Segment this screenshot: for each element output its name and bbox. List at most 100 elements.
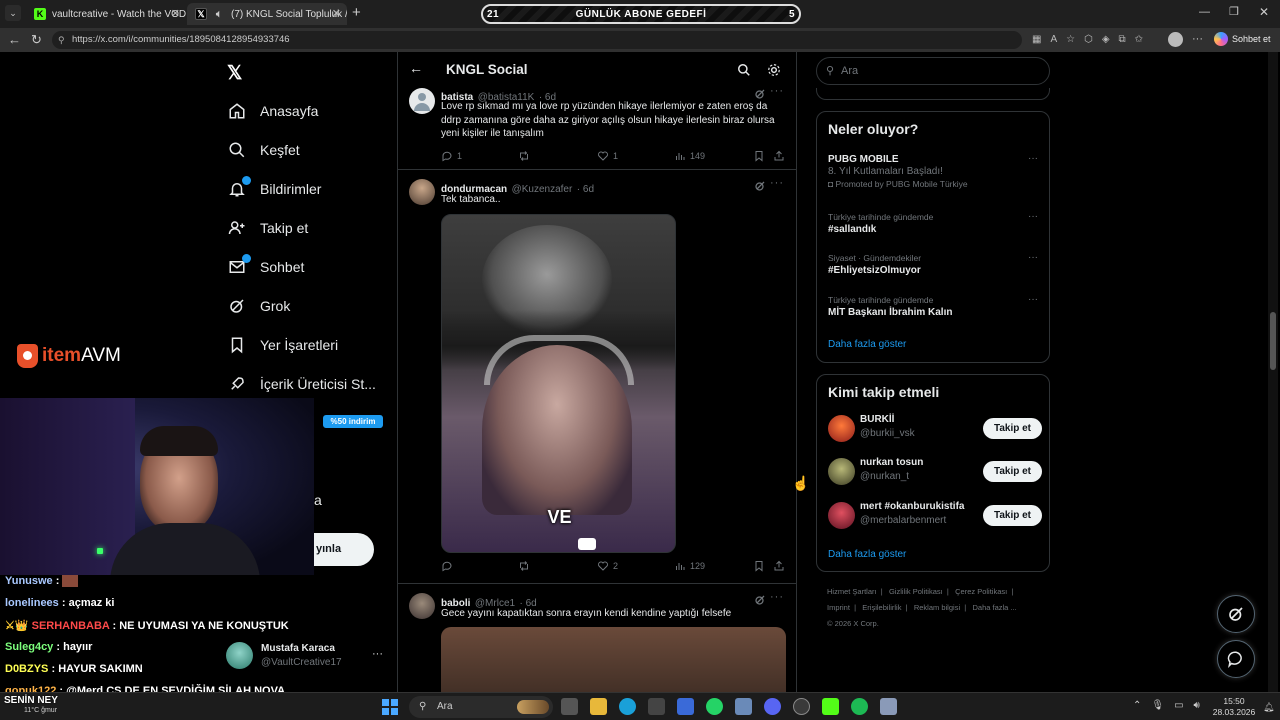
trend-item[interactable]: Türkiye tarihinde gündemde #sallandık ··… [828, 211, 1038, 236]
collections-icon[interactable]: ⧉ [1119, 34, 1126, 46]
repost-button[interactable] [518, 150, 530, 162]
more-icon[interactable]: ··· [1028, 294, 1038, 305]
sidebar-item-grok[interactable]: Grok [228, 294, 290, 318]
back-arrow-icon[interactable]: ← [409, 60, 423, 76]
follow-button[interactable]: Takip et [983, 461, 1042, 482]
search-input[interactable]: ⚲ Ara [816, 57, 1050, 85]
discord-icon[interactable] [764, 698, 781, 715]
post-dondurmacan[interactable]: dondurmacan @Kuzenzafer · 6d ··· Tek tab… [398, 171, 796, 584]
more-icon[interactable]: ··· [770, 591, 784, 603]
kick-app-icon[interactable] [822, 698, 839, 715]
search-icon[interactable] [737, 63, 751, 77]
trend-item[interactable]: PUBG MOBILE 8. Yıl Kutlamaları Başladı! … [828, 153, 1038, 190]
post-batista[interactable]: batista @batista11K · 6d ··· Love rp sık… [398, 80, 796, 170]
show-more-link[interactable]: Daha fazla göster [828, 339, 906, 350]
more-icon[interactable]: ··· [372, 648, 383, 660]
taskbar-search[interactable]: ⚲ Ara [409, 696, 553, 718]
grok-fab[interactable] [1217, 595, 1255, 633]
trend-item[interactable]: Türkiye tarihinde gündemde MİT Başkanı İ… [828, 294, 1038, 319]
x-logo-icon[interactable]: 𝕏 [227, 62, 242, 85]
start-button[interactable] [382, 699, 398, 715]
read-aloud-icon[interactable]: A [1050, 34, 1057, 46]
tab-vaultcreative[interactable]: K vaultcreative - Watch the VOD on ✕ [26, 3, 186, 25]
copilot-icon[interactable]: ◈ [1102, 34, 1110, 46]
follow-button[interactable]: Takip et [983, 505, 1042, 526]
mail-app-icon[interactable] [677, 698, 694, 715]
more-icon[interactable]: ··· [1192, 33, 1203, 45]
page-scrollbar[interactable] [1268, 52, 1278, 692]
footer-link[interactable]: Gizlilik Politikası [889, 587, 943, 596]
close-icon[interactable]: ✕ [332, 7, 341, 20]
notification-bell-icon[interactable]: 🔔︎ [1263, 702, 1274, 713]
repost-button[interactable] [518, 560, 530, 572]
settings-icon[interactable] [880, 698, 897, 715]
more-icon[interactable]: ··· [1028, 153, 1038, 164]
discount-badge[interactable]: %50 indirim [323, 415, 383, 428]
file-explorer-icon[interactable] [590, 698, 607, 715]
views-button[interactable]: 129 [674, 560, 705, 572]
extensions-icon[interactable]: ⬡ [1084, 34, 1093, 46]
avatar[interactable] [828, 458, 855, 485]
footer-link[interactable]: Çerez Politikası [955, 587, 1007, 596]
favorite-star-icon[interactable]: ☆ [1066, 34, 1075, 46]
close-icon[interactable]: ✕ [171, 7, 180, 20]
app-icon[interactable] [735, 698, 752, 715]
bookmark-button[interactable] [753, 150, 765, 162]
clock[interactable]: 15:50 28.03.2026 [1212, 696, 1256, 718]
avatar[interactable] [828, 415, 855, 442]
gear-icon[interactable] [767, 63, 781, 77]
apps-icon[interactable]: ▦ [1032, 34, 1041, 46]
tab-list-button[interactable]: ⌄ [5, 5, 21, 21]
follow-suggestion[interactable]: nurkan tosun @nurkan_t Takip et [828, 457, 1042, 487]
chrome-icon[interactable] [793, 698, 810, 715]
views-button[interactable]: 149 [674, 150, 705, 162]
task-view-icon[interactable] [561, 698, 578, 715]
messages-fab[interactable] [1217, 640, 1255, 678]
sidebar-item-notifications[interactable]: Bildirimler [228, 176, 321, 201]
url-input[interactable]: ⚲ https://x.com/i/communities/1895084128… [52, 31, 1022, 49]
sidebar-item-explore[interactable]: Keşfet [228, 138, 300, 162]
follow-suggestion[interactable]: BURKİİ @burkii_vsk Takip et [828, 414, 1042, 444]
chevron-up-icon[interactable]: ⌃ [1133, 700, 1141, 711]
footer-link[interactable]: Erişilebilirlik [862, 603, 901, 612]
sidebar-item-bookmarks[interactable]: Yer İşaretleri [228, 333, 338, 357]
sidebar-item-messages[interactable]: Sohbet [228, 254, 304, 279]
edge-icon[interactable] [619, 698, 636, 715]
grok-icon[interactable] [754, 594, 766, 606]
follow-button[interactable]: Takip et [983, 418, 1042, 439]
favorites-icon[interactable]: ✩ [1135, 34, 1143, 46]
reply-button[interactable] [441, 560, 457, 572]
post-image[interactable] [441, 627, 786, 692]
grok-icon[interactable] [754, 180, 766, 192]
new-tab-button[interactable]: + [352, 4, 361, 21]
more-icon[interactable]: ··· [1028, 252, 1038, 263]
more-icon[interactable]: ··· [1028, 211, 1038, 222]
grok-icon[interactable] [754, 88, 766, 100]
follow-suggestion[interactable]: mert #okanburukistifa @merbalarbenmert T… [828, 501, 1042, 531]
site-info-icon[interactable]: ⚲ [58, 31, 65, 49]
bookmark-button[interactable] [753, 560, 765, 572]
reply-button[interactable]: 1 [441, 150, 462, 162]
sidebar-item-creator-studio[interactable]: İçerik Üreticisi St... [228, 372, 376, 396]
play-icon[interactable] [578, 538, 596, 550]
share-button[interactable] [773, 150, 785, 162]
footer-link[interactable]: Reklam bilgisi [914, 603, 960, 612]
more-icon[interactable]: ··· [770, 177, 784, 189]
network-icon[interactable]: ▭ [1174, 700, 1183, 711]
like-button[interactable]: 1 [597, 150, 618, 162]
store-icon[interactable] [648, 698, 665, 715]
profile-avatar[interactable] [1168, 32, 1183, 47]
avatar[interactable] [409, 179, 435, 205]
footer-link[interactable]: Daha fazla ... [972, 603, 1016, 612]
spotify-icon[interactable] [851, 698, 868, 715]
maximize-button[interactable]: ❐ [1229, 5, 1239, 18]
footer-link[interactable]: Hizmet Şartları [827, 587, 877, 596]
show-more-link[interactable]: Daha fazla göster [828, 549, 906, 560]
share-button[interactable] [773, 560, 785, 572]
microphone-icon[interactable]: 🎙︎ [1151, 700, 1164, 711]
sidebar-item-partial[interactable]: a [314, 492, 322, 508]
weather-widget[interactable]: 11°C ğmur [24, 707, 57, 714]
window-close-button[interactable]: ✕ [1259, 5, 1269, 19]
back-icon[interactable]: ← [8, 32, 21, 47]
scrollbar-thumb[interactable] [1270, 312, 1276, 370]
